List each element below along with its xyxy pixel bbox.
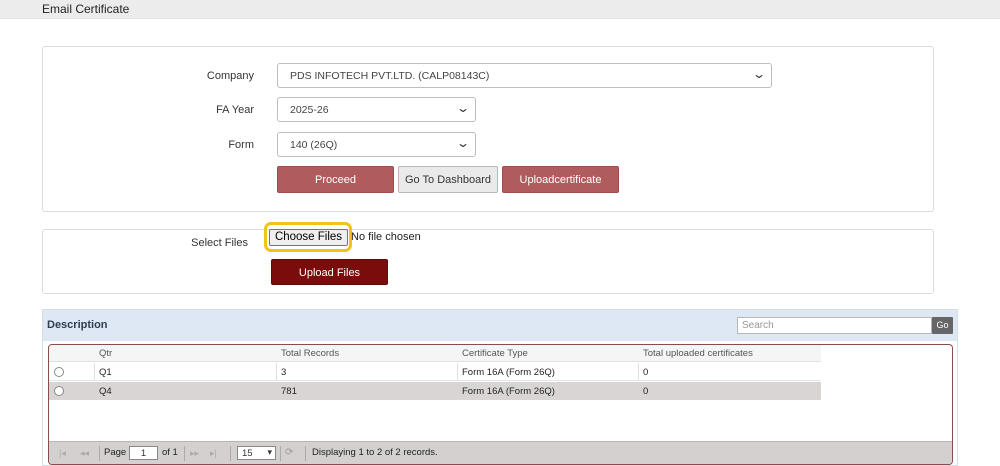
table-header-row: Qtr Total Records Certificate Type Total… [49,345,821,362]
grid-caption: Description [47,319,108,331]
upload-files-button[interactable]: Upload Files [271,259,388,285]
column-header-total-records[interactable]: Total Records [281,348,339,359]
chevron-down-icon: ⌄ [455,136,471,150]
choose-files-button[interactable]: Choose Files [269,229,348,246]
upload-certificate-button[interactable]: Uploadcertificate [502,166,619,193]
cell-total-records: 3 [281,367,287,378]
page-size-value: 15 [242,448,253,459]
cell-certificate-type: Form 16A (Form 26Q) [462,367,555,378]
row-radio[interactable] [54,386,64,396]
fa-year-select[interactable]: 2025-26 ⌄ [277,97,476,122]
go-to-dashboard-button[interactable]: Go To Dashboard [398,166,498,193]
grid-pager: |◂ ◂◂ Page 1 of 1 ▸▸ ▸| 15 ▾ ⟳ Displayin… [49,441,952,464]
page-title: Email Certificate [42,2,130,16]
grid-body: Qtr Total Records Certificate Type Total… [48,344,953,465]
search-input[interactable]: Search [737,317,932,334]
cell-certificate-type: Form 16A (Form 26Q) [462,386,555,397]
column-header-certificate-type[interactable]: Certificate Type [462,348,528,359]
select-files-label: Select Files [191,237,248,249]
cell-uploaded: 0 [643,386,649,397]
page-header: Email Certificate [0,0,1000,19]
fa-year-label: FA Year [216,104,254,116]
company-label: Company [206,70,254,82]
chevron-down-icon: ▾ [267,447,272,457]
form-select-value: 140 (26Q) [290,139,338,151]
cell-qtr: Q4 [99,386,112,397]
pager-status-text: Displaying 1 to 2 of 2 records. [312,447,438,458]
row-radio[interactable] [54,367,64,377]
company-select-value: PDS INFOTECH PVT.LTD. (CALP08143C) [290,70,490,82]
page-size-select[interactable]: 15 ▾ [237,446,276,460]
page-number-input[interactable]: 1 [129,446,158,460]
grid-header: Description Search Go [43,310,957,341]
first-page-icon[interactable]: |◂ [59,448,66,459]
column-header-uploaded[interactable]: Total uploaded certificates [643,348,753,359]
no-file-chosen-text: No file chosen [351,231,421,243]
form-select[interactable]: 140 (26Q) ⌄ [277,132,476,157]
column-header-qtr[interactable]: Qtr [99,348,112,359]
form-label: Form [228,139,254,151]
chevron-down-icon: ⌄ [455,101,471,115]
description-grid: Description Search Go Qtr Total Records … [42,309,958,466]
company-select[interactable]: PDS INFOTECH PVT.LTD. (CALP08143C) ⌄ [277,63,772,88]
next-page-icon[interactable]: ▸▸ [190,448,199,459]
last-page-icon[interactable]: ▸| [210,448,217,459]
cell-total-records: 781 [281,386,297,397]
table-row[interactable]: Q4 781 Form 16A (Form 26Q) 0 [49,382,821,400]
table-row[interactable]: Q1 3 Form 16A (Form 26Q) 0 [49,363,821,381]
proceed-button[interactable]: Proceed [277,166,394,193]
cell-uploaded: 0 [643,367,649,378]
page-total-label: of 1 [162,447,178,458]
prev-page-icon[interactable]: ◂◂ [80,448,89,459]
page-label: Page [104,447,127,458]
fa-year-select-value: 2025-26 [290,104,329,116]
cell-qtr: Q1 [99,367,112,378]
refresh-icon[interactable]: ⟳ [285,447,293,458]
chevron-down-icon: ⌄ [751,67,767,81]
go-button[interactable]: Go [932,317,953,334]
